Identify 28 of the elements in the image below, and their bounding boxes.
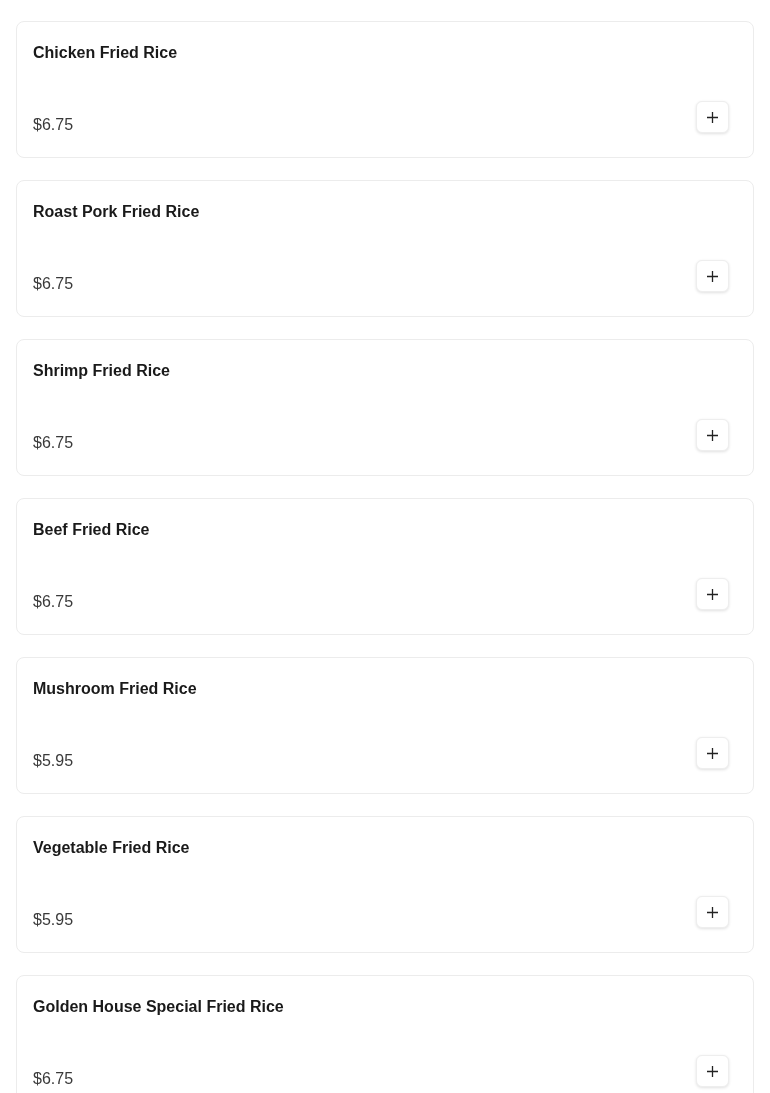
add-button[interactable] (696, 896, 729, 928)
add-button[interactable] (696, 1055, 729, 1087)
item-price: $6.75 (33, 1069, 74, 1089)
add-button[interactable] (696, 101, 729, 133)
item-price: $6.75 (33, 592, 74, 612)
plus-icon (707, 111, 718, 123)
item-price: $6.75 (33, 115, 74, 135)
item-name: Vegetable Fried Rice (33, 838, 191, 858)
add-button[interactable] (696, 260, 729, 292)
add-button[interactable] (696, 578, 729, 610)
item-name: Golden House Special Fried Rice (33, 997, 285, 1017)
plus-icon (707, 1065, 718, 1077)
item-name: Shrimp Fried Rice (33, 361, 171, 381)
item-name: Mushroom Fried Rice (33, 679, 198, 699)
item-price: $5.95 (33, 751, 74, 771)
item-name: Beef Fried Rice (33, 520, 151, 540)
plus-icon (707, 588, 718, 600)
plus-icon (707, 429, 718, 441)
plus-icon (707, 747, 718, 759)
add-button[interactable] (696, 737, 729, 769)
plus-icon (707, 270, 718, 282)
plus-icon (707, 906, 718, 918)
item-price: $6.75 (33, 433, 74, 453)
item-price: $6.75 (33, 274, 74, 294)
item-price: $5.95 (33, 910, 74, 930)
item-name: Roast Pork Fried Rice (33, 202, 201, 222)
item-name: Chicken Fried Rice (33, 43, 179, 63)
add-button[interactable] (696, 419, 729, 451)
